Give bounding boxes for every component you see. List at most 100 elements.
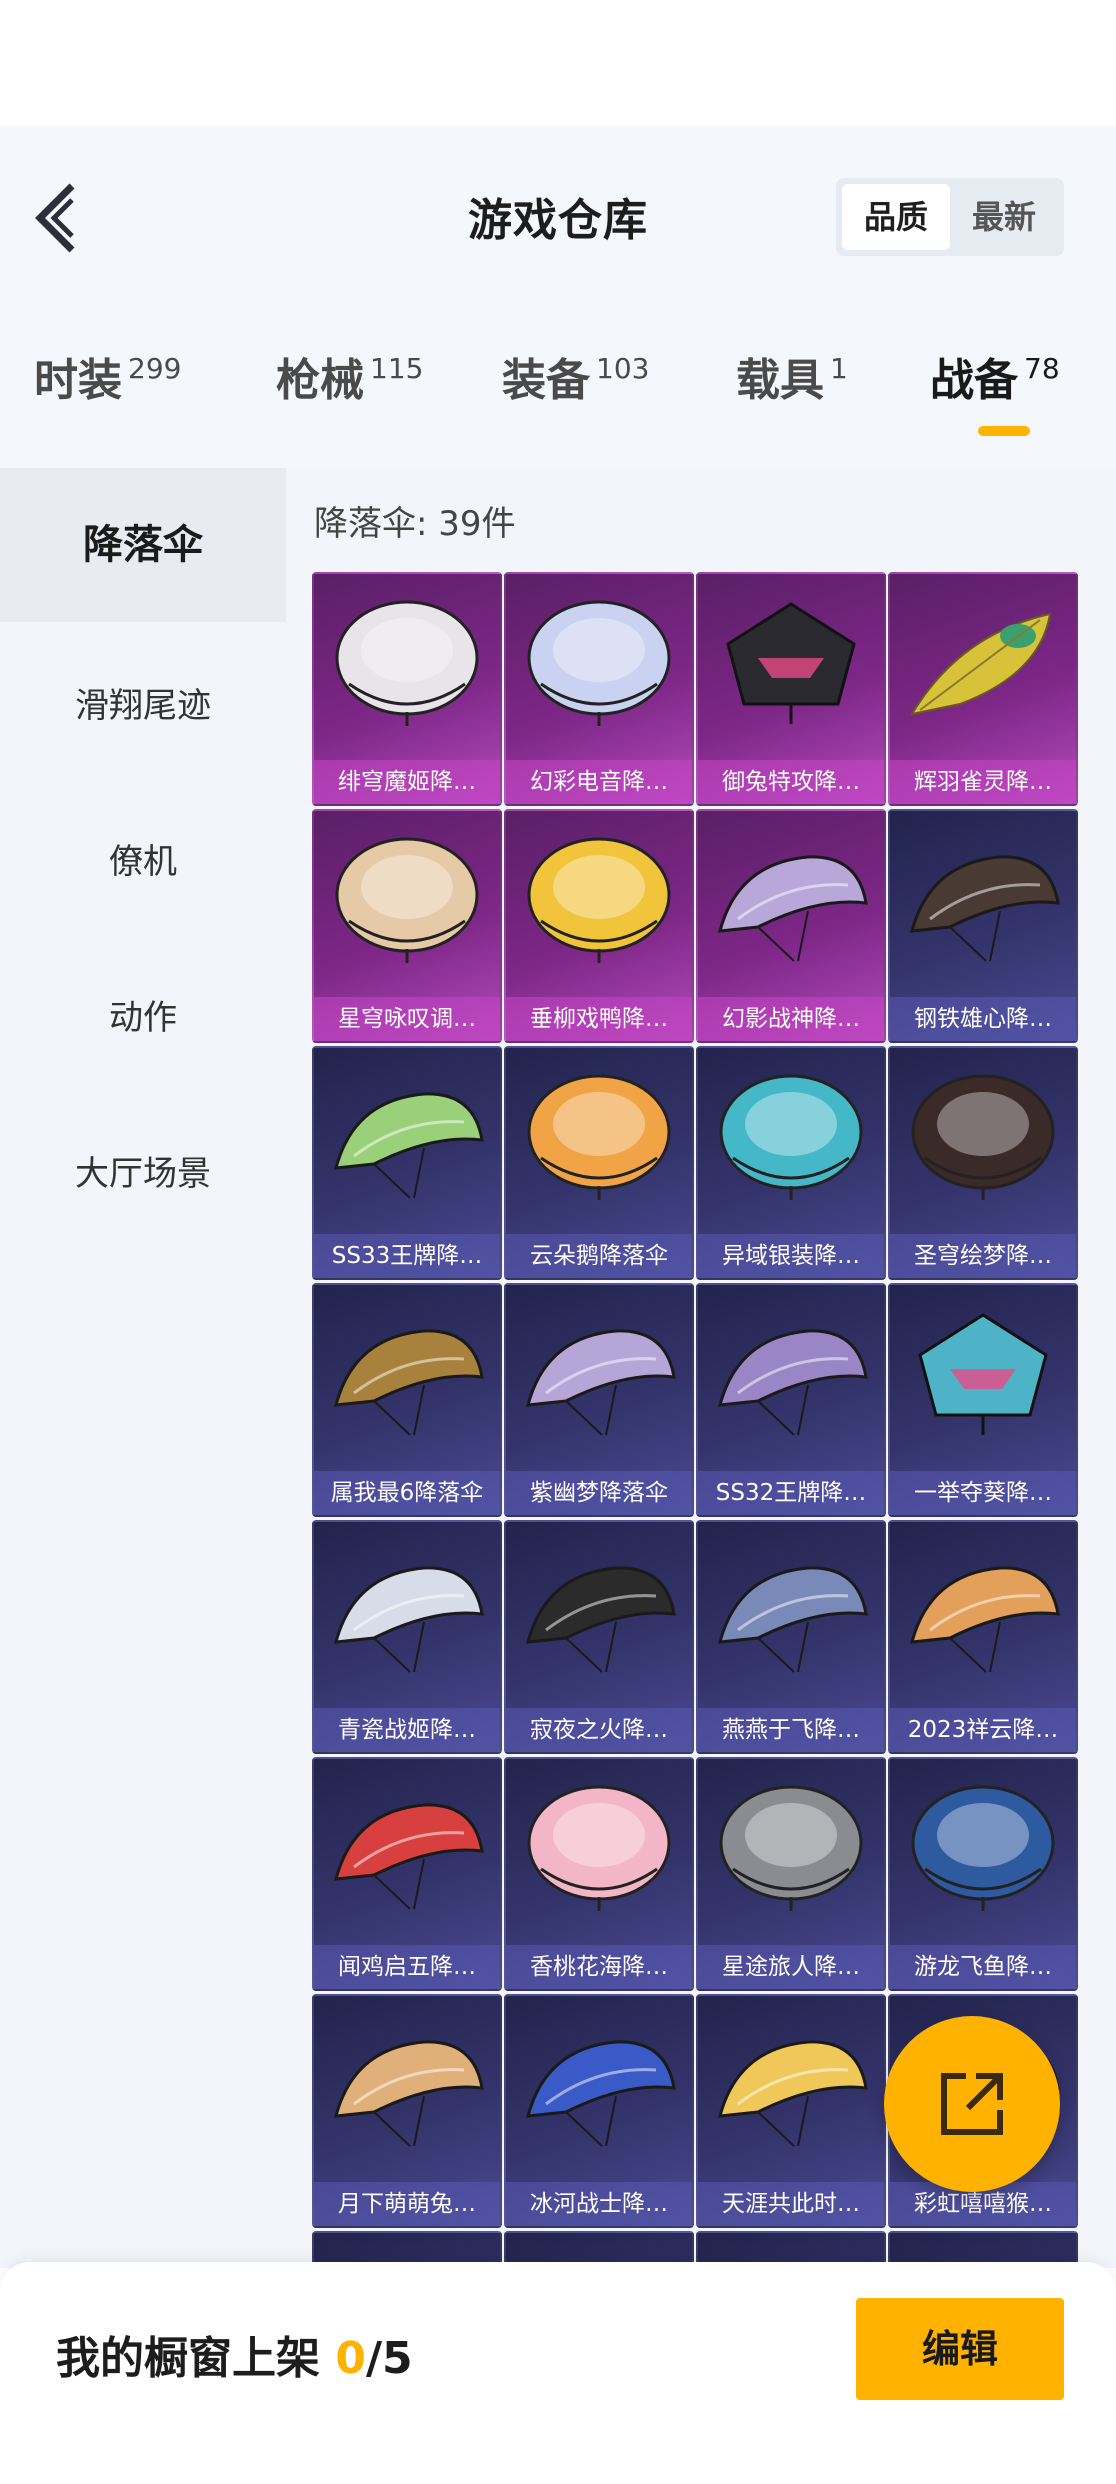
tab-count: 103 (596, 352, 650, 385)
item-name: 燕燕于飞降… (698, 1708, 884, 1752)
item-card[interactable]: 星途旅人降… (696, 1757, 886, 1991)
parachute-round-icon (527, 1074, 671, 1200)
item-name: 属我最6降落伞 (314, 1471, 500, 1515)
parachute-wing-icon (717, 2040, 868, 2147)
parachute-wing-icon (717, 1329, 868, 1436)
parachute-wing-icon (333, 2040, 484, 2147)
item-name: SS33王牌降… (314, 1234, 500, 1278)
tab-label: 载具 (736, 355, 824, 406)
sidebar-item-parachute[interactable]: 降落伞 (0, 468, 286, 622)
item-card[interactable]: 月下萌萌兔… (312, 1994, 502, 2228)
parachute-wing-icon (909, 855, 1060, 962)
item-card[interactable]: 云朵鹅降落伞 (504, 1046, 694, 1280)
sidebar-item-wingman[interactable]: 僚机 (0, 834, 286, 883)
tab-gear[interactable]: 战备 78 (930, 344, 1060, 414)
share-icon (941, 2073, 1003, 2135)
parachute-round-icon (335, 837, 479, 963)
item-name: 寂夜之火降… (506, 1708, 692, 1752)
tab-count: 1 (830, 352, 848, 385)
sort-quality-button[interactable]: 品质 (842, 184, 950, 250)
item-card[interactable]: 香桃花海降… (504, 1757, 694, 1991)
item-card[interactable]: SS32王牌降… (696, 1283, 886, 1517)
parachute-square-icon (918, 1313, 1048, 1435)
item-card[interactable]: 钢铁雄心降… (888, 809, 1078, 1043)
sort-toggle: 品质 最新 (836, 178, 1064, 256)
item-card[interactable]: 圣穹绘梦降… (888, 1046, 1078, 1280)
tab-firearms[interactable]: 枪械 115 (276, 344, 423, 414)
item-card[interactable]: 幻彩电音降… (504, 572, 694, 806)
item-card[interactable]: 2023祥云降… (888, 1520, 1078, 1754)
item-name: 辉羽雀灵降… (890, 760, 1076, 804)
showcase-total: /5 (365, 2333, 413, 2384)
tab-equipment[interactable]: 装备 103 (502, 344, 649, 414)
item-card[interactable]: 闻鸡启五降… (312, 1757, 502, 1991)
item-name: 幻影战神降… (698, 997, 884, 1041)
item-name: 游龙飞鱼降… (890, 1945, 1076, 1989)
item-card[interactable]: 冰河战士降… (504, 1994, 694, 2228)
parachute-wing-icon (525, 2040, 676, 2147)
item-name: 冰河战士降… (506, 2182, 692, 2226)
item-name: 闻鸡启五降… (314, 1945, 500, 1989)
parachute-round-icon (527, 600, 671, 726)
item-name: 御兔特攻降… (698, 760, 884, 804)
share-button[interactable] (884, 2016, 1060, 2192)
item-card[interactable]: 青瓷战姬降… (312, 1520, 502, 1754)
parachute-wing-icon (333, 1566, 484, 1673)
active-tab-indicator (978, 426, 1030, 436)
showcase-label: 我的橱窗上架 0/5 (56, 2333, 413, 2384)
parachute-wing-icon (333, 1803, 484, 1910)
item-card[interactable]: 幻影战神降… (696, 809, 886, 1043)
tab-count: 115 (370, 352, 424, 385)
item-card[interactable]: 燕燕于飞降… (696, 1520, 886, 1754)
sort-newest-button[interactable]: 最新 (950, 184, 1058, 250)
item-card[interactable]: 紫幽梦降落伞 (504, 1283, 694, 1517)
item-name: 青瓷战姬降… (314, 1708, 500, 1752)
tab-fashion[interactable]: 时装 299 (34, 344, 181, 414)
item-card[interactable]: 绯穹魔姬降… (312, 572, 502, 806)
tab-vehicles[interactable]: 载具 1 (736, 344, 848, 414)
item-name: 2023祥云降… (890, 1708, 1076, 1752)
parachute-square-icon (726, 602, 856, 724)
parachute-wing-icon (525, 1566, 676, 1673)
item-name: 绯穹魔姬降… (314, 760, 500, 804)
tab-count: 299 (128, 352, 182, 385)
parachute-feather-icon (909, 612, 1052, 716)
tab-label: 装备 (502, 355, 590, 406)
item-card[interactable]: 御兔特攻降… (696, 572, 886, 806)
item-card[interactable]: 属我最6降落伞 (312, 1283, 502, 1517)
category-sidebar: 降落伞 滑翔尾迹 僚机 动作 大厅场景 (0, 468, 286, 2268)
item-card[interactable]: 天涯共此时… (696, 1994, 886, 2228)
sidebar-item-glide-trail[interactable]: 滑翔尾迹 (0, 678, 286, 727)
sidebar-item-emote[interactable]: 动作 (0, 990, 286, 1039)
showcase-bar: 我的橱窗上架 0/5 编辑 (0, 2262, 1116, 2484)
item-card[interactable]: 游龙飞鱼降… (888, 1757, 1078, 1991)
tab-label: 战备 (930, 355, 1018, 406)
item-name: 幻彩电音降… (506, 760, 692, 804)
item-name: 云朵鹅降落伞 (506, 1234, 692, 1278)
item-card[interactable]: 垂柳戏鸭降… (504, 809, 694, 1043)
item-card[interactable]: 一举夺葵降… (888, 1283, 1078, 1517)
tab-label: 枪械 (276, 355, 364, 406)
parachute-wing-icon (333, 1329, 484, 1436)
tab-count: 78 (1024, 352, 1060, 385)
edit-button[interactable]: 编辑 (856, 2298, 1064, 2400)
item-name: SS32王牌降… (698, 1471, 884, 1515)
parachute-round-icon (527, 837, 671, 963)
item-name: 异域银装降… (698, 1234, 884, 1278)
item-card[interactable]: 异域银装降… (696, 1046, 886, 1280)
item-count-label: 降落伞: 39件 (314, 504, 516, 544)
item-card[interactable]: SS33王牌降… (312, 1046, 502, 1280)
item-name: 垂柳戏鸭降… (506, 997, 692, 1041)
parachute-wing-icon (717, 855, 868, 962)
parachute-round-icon (335, 600, 479, 726)
item-name: 一举夺葵降… (890, 1471, 1076, 1515)
item-name: 紫幽梦降落伞 (506, 1471, 692, 1515)
item-card[interactable]: 星穹咏叹调… (312, 809, 502, 1043)
sidebar-item-lobby-scene[interactable]: 大厅场景 (0, 1146, 286, 1195)
item-card[interactable]: 辉羽雀灵降… (888, 572, 1078, 806)
showcase-current: 0 (335, 2333, 366, 2384)
parachute-wing-icon (333, 1092, 484, 1199)
item-card[interactable]: 寂夜之火降… (504, 1520, 694, 1754)
parachute-round-icon (719, 1074, 863, 1200)
parachute-round-icon (911, 1785, 1055, 1911)
